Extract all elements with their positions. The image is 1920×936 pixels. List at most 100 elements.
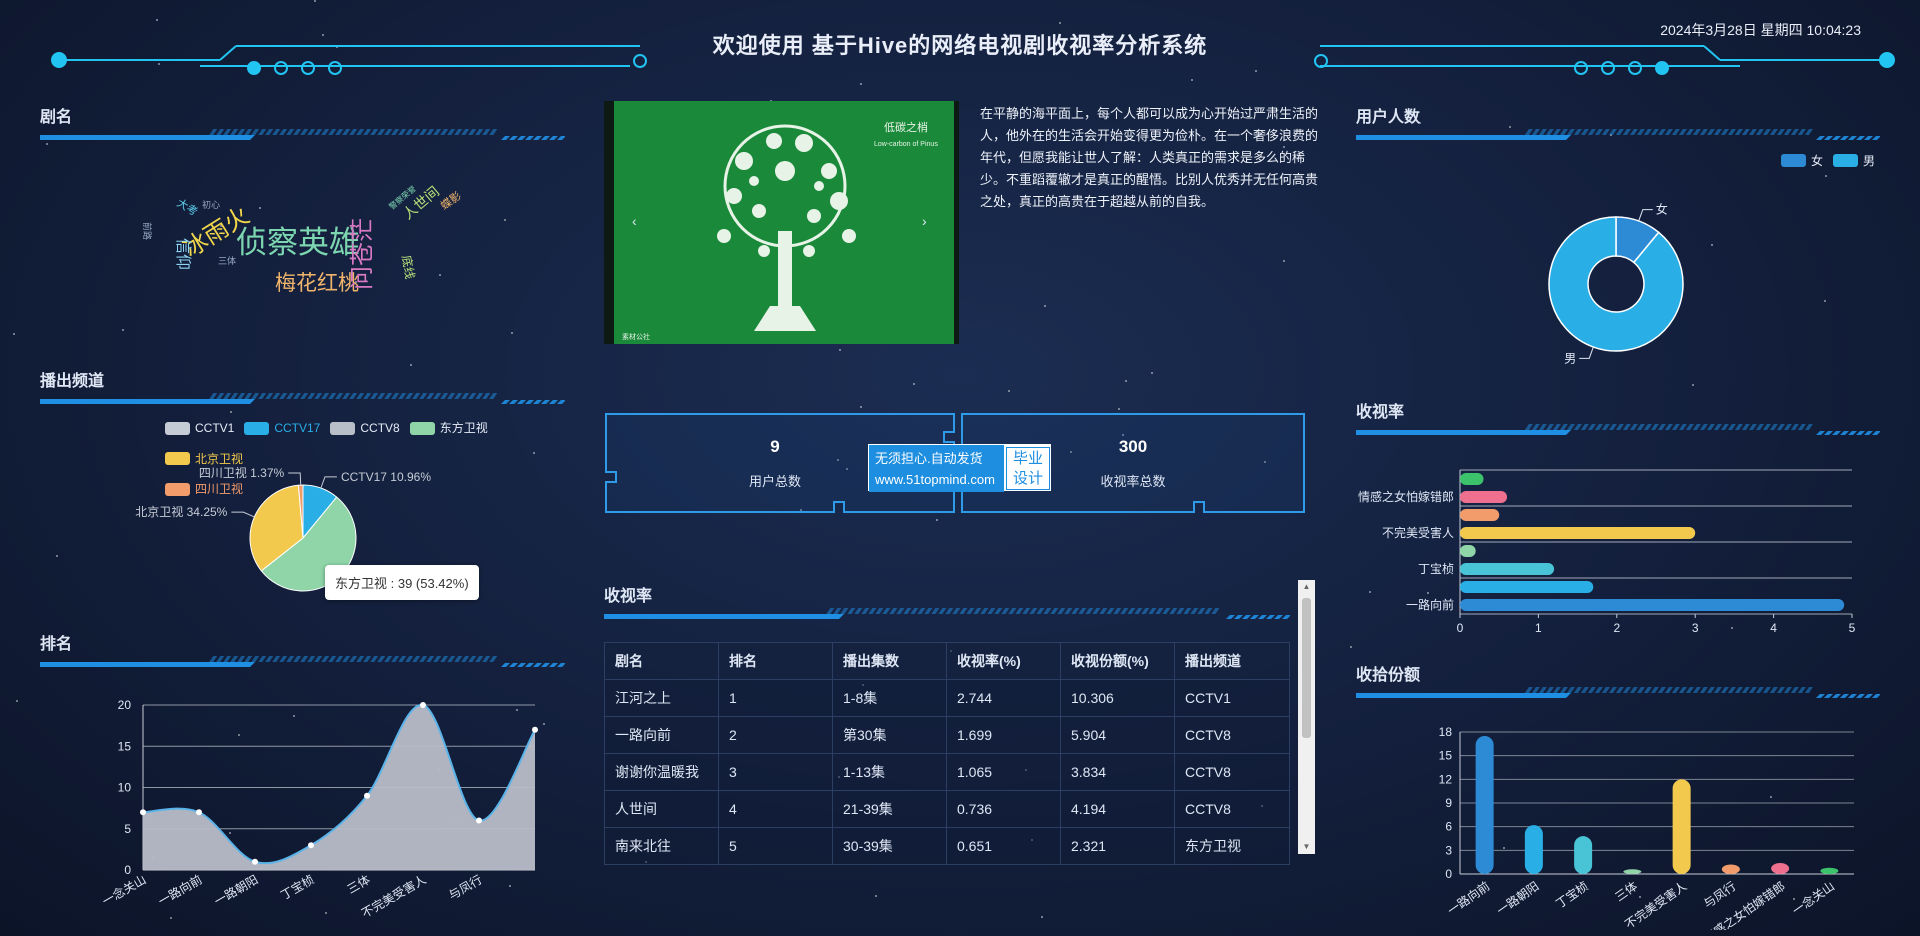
hatch-stripe: [541, 400, 550, 404]
hatch-stripe: [482, 129, 491, 135]
user-gender-donut-chart: 女男: [1548, 202, 1684, 365]
hatch-stripe: [1169, 608, 1178, 614]
word-cloud-word: 梅花红桃: [275, 272, 359, 295]
x-tick-label: 三体: [345, 872, 373, 896]
x-tick-label: 一路朝阳: [211, 872, 260, 909]
hatch-stripe: [952, 608, 961, 614]
hatch-stripe: [1071, 608, 1080, 614]
table-row[interactable]: 一路向前 2 第30集 1.699 5.904 CCTV8: [604, 716, 1290, 754]
legend-item[interactable]: 女: [1781, 152, 1823, 169]
column-header[interactable]: 排名: [718, 642, 833, 680]
panel-title: 收视率: [1356, 404, 1405, 421]
legend-item[interactable]: CCTV8: [330, 414, 400, 442]
watermark-badge: 毕业: [1012, 450, 1043, 467]
hatch-stripe: [475, 656, 484, 662]
hatch-stripe: [405, 129, 414, 135]
star-dot: [860, 83, 862, 85]
hatch-stripe: [412, 656, 421, 662]
column-header[interactable]: 剧名: [604, 642, 719, 680]
hatch-stripe: [447, 656, 456, 662]
star-dot: [1191, 79, 1193, 81]
hatch-stripe: [1531, 687, 1540, 693]
legend-item[interactable]: 男: [1833, 152, 1875, 169]
hatch-stripe: [1015, 608, 1024, 614]
column-header[interactable]: 收视率(%): [946, 642, 1061, 680]
underline-hatch: [209, 393, 565, 404]
hatch-stripe: [1734, 687, 1743, 693]
hatch-stripe: [384, 393, 393, 399]
hatch-stripe: [419, 393, 428, 399]
column-header[interactable]: 播出频道: [1174, 642, 1290, 680]
data-point: [140, 809, 146, 816]
hatch-stripe: [889, 608, 898, 614]
star-dot: [46, 143, 48, 145]
hatch-stripe: [293, 656, 302, 662]
table-row[interactable]: 谢谢你温暖我 3 1-13集 1.065 3.834 CCTV8: [604, 753, 1290, 791]
watermark-line: www.51topmind.com: [875, 472, 995, 487]
column-header[interactable]: 收视份额(%): [1060, 642, 1175, 680]
hatch-stripe: [1840, 694, 1849, 698]
column-header[interactable]: 播出集数: [832, 642, 947, 680]
hatch-stripe: [223, 129, 232, 135]
panel-header-ranking: 排名: [40, 630, 565, 667]
hatch-stripe: [1699, 424, 1708, 430]
donut-label: 女: [1656, 202, 1668, 217]
table-scrollbar[interactable]: ▲ ▼: [1298, 580, 1315, 854]
hatch-stripe: [1176, 608, 1185, 614]
x-tick-label: 一念关山: [99, 872, 148, 909]
y-tick-label: 丁宝桢: [1418, 562, 1454, 576]
hatch-stripe: [279, 129, 288, 135]
rating-table: 剧名 排名 播出集数 收视率(%) 收视份额(%) 播出频道 江河之上 1 1-8集…: [604, 642, 1290, 865]
star-dot: [1825, 175, 1827, 177]
rating-bar-chart: 0 1 2 3 4 5 一路向前 丁宝桢 不完美受害人 情感之女怕嫁错郎: [1358, 469, 1856, 635]
legend-item[interactable]: CCTV17: [244, 414, 320, 442]
chevron-right-icon[interactable]: ›: [922, 213, 927, 229]
hatch-stripe: [475, 129, 484, 135]
panel-underline: [40, 656, 565, 667]
pie-label: 北京卫视 34.25%: [135, 504, 227, 519]
carousel-image-subtitle: Low-carbon of Pinus: [874, 141, 938, 148]
hatch-stripe: [1678, 129, 1687, 135]
hatch-stripe: [1699, 687, 1708, 693]
table-cell: CCTV8: [1174, 790, 1290, 828]
scroll-down-arrow-icon[interactable]: ▼: [1298, 840, 1315, 854]
chevron-left-icon[interactable]: ‹: [632, 213, 637, 229]
hatch-stripe: [1636, 129, 1645, 135]
hatch-stripe: [1587, 424, 1596, 430]
hatch-stripe: [517, 663, 526, 667]
table-row[interactable]: 江河之上 1 1-8集 2.744 10.306 CCTV1: [604, 679, 1290, 717]
hatch-stripe: [1545, 687, 1554, 693]
panel-underline: [1356, 687, 1880, 698]
hatch-stripe: [1816, 431, 1825, 435]
hatch-stripe: [1804, 687, 1813, 693]
hatch-stripe: [868, 608, 877, 614]
hatch-stripe: [847, 608, 856, 614]
star-dot: [875, 895, 877, 897]
hatch-stripe: [1643, 129, 1652, 135]
hatch-stripe: [1769, 424, 1778, 430]
legend-item[interactable]: CCTV1: [165, 414, 234, 442]
bar: [1475, 735, 1494, 874]
table-cell: 谢谢你温暖我: [604, 753, 719, 791]
table-row[interactable]: 南来北往 5 30-39集 0.651 2.321 东方卫视: [604, 827, 1290, 865]
scroll-thumb[interactable]: [1302, 598, 1311, 738]
hatch-stripe: [1559, 129, 1568, 135]
hatch-stripe: [265, 656, 274, 662]
hatch-stripe: [1790, 687, 1799, 693]
hatch-stripe: [1762, 687, 1771, 693]
star-dot: [230, 411, 232, 413]
hatch-stripe: [1769, 687, 1778, 693]
star-dot: [16, 700, 18, 702]
hatch-stripe: [896, 608, 905, 614]
star-dot: [1350, 646, 1352, 648]
x-tick-label: 与凤行: [1701, 879, 1739, 911]
image-carousel[interactable]: 低碳之梢 Low-carbon of Pinus 素材公社 ‹ ›: [604, 101, 959, 344]
bar: [1460, 599, 1845, 611]
panel-underline: [40, 393, 565, 404]
hatch-stripe: [840, 608, 849, 614]
star-dot: [1151, 372, 1153, 374]
table-row[interactable]: 人世间 4 21-39集 0.736 4.194 CCTV8: [604, 790, 1290, 828]
hatch-stripe: [230, 129, 239, 135]
scroll-up-arrow-icon[interactable]: ▲: [1298, 580, 1315, 594]
legend-item[interactable]: 东方卫视: [409, 414, 488, 442]
